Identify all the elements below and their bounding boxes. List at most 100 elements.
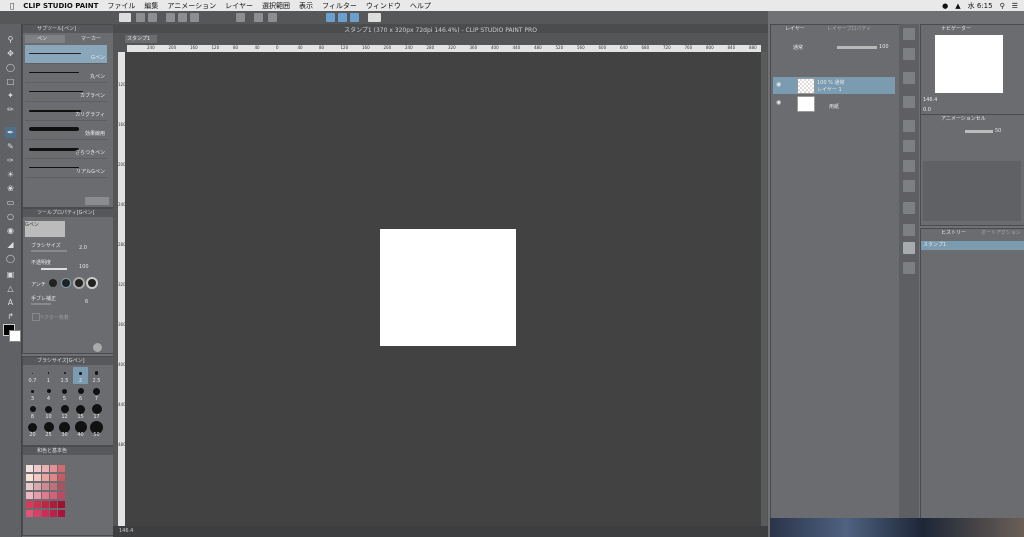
brush-size-option[interactable]: 1.5: [57, 367, 72, 384]
tab-auto-action[interactable]: オートアクション: [981, 229, 1021, 237]
selection-tool-icon[interactable]: □: [5, 76, 16, 87]
brush-size-option[interactable]: 17: [89, 403, 104, 420]
antialias-weak-icon[interactable]: [62, 279, 70, 287]
panel-icon-4[interactable]: [903, 120, 915, 132]
color-swatch[interactable]: [26, 492, 33, 499]
antialias-none-icon[interactable]: [49, 279, 57, 287]
stabilize-slider[interactable]: [31, 303, 51, 305]
color-swatch[interactable]: [42, 501, 49, 508]
menu-edit[interactable]: 編集: [144, 1, 158, 11]
panel-close-icon[interactable]: [903, 28, 915, 40]
help-icon[interactable]: [368, 13, 381, 22]
history-item[interactable]: スタンプ1: [921, 241, 1024, 250]
color-swatch[interactable]: [50, 465, 57, 472]
brush-real-g-pen[interactable]: リアルGペン: [25, 159, 107, 178]
search-icon[interactable]: ⚲: [1000, 2, 1005, 10]
tab-layer-property[interactable]: レイヤープロパティ: [827, 25, 871, 33]
vector-snap-checkbox[interactable]: [32, 313, 40, 321]
menu-window[interactable]: ウィンドウ: [366, 1, 401, 11]
vertical-scrollbar[interactable]: [761, 52, 767, 526]
wifi-icon[interactable]: ●: [942, 2, 948, 10]
color-swatch[interactable]: [42, 465, 49, 472]
menu-selection[interactable]: 選択範囲: [262, 1, 290, 11]
brush-size-option[interactable]: 8: [25, 403, 40, 420]
color-swatch[interactable]: [58, 492, 65, 499]
tab-marker[interactable]: マーカー: [67, 35, 107, 43]
brush-size-option[interactable]: 6: [73, 385, 88, 402]
color-swatch[interactable]: [42, 510, 49, 517]
panel-icon-6[interactable]: [903, 160, 915, 172]
brush-size-option[interactable]: 20: [25, 421, 40, 438]
sub-color-swatch[interactable]: [9, 330, 21, 342]
brush-size-option[interactable]: 4: [41, 385, 56, 402]
brush-rough-pen[interactable]: ざらつきペン: [25, 140, 107, 159]
color-swatch[interactable]: [50, 501, 57, 508]
brush-size-option[interactable]: 1: [41, 367, 56, 384]
panel-icon-layers[interactable]: [903, 242, 915, 254]
apple-icon[interactable]: : [10, 2, 14, 10]
navigator-angle[interactable]: 0.0: [923, 107, 931, 113]
clock[interactable]: 水 6:15: [968, 1, 993, 11]
panel-icon-7[interactable]: [903, 180, 915, 192]
tab-animation-cel[interactable]: アニメーションセル: [941, 115, 986, 123]
open-icon[interactable]: [178, 13, 187, 22]
brush-size-slider[interactable]: [31, 250, 67, 252]
volume-icon[interactable]: ▲: [955, 2, 960, 10]
correct-line-icon[interactable]: ↱: [5, 311, 16, 322]
opacity-value[interactable]: 100: [79, 264, 89, 270]
antialias-strong-icon[interactable]: [88, 279, 96, 287]
layer-opacity-slider[interactable]: [837, 46, 877, 49]
brush-size-value[interactable]: 2.0: [79, 245, 87, 251]
text-tool-icon[interactable]: A: [5, 297, 16, 308]
brush-size-option[interactable]: 30: [57, 421, 72, 438]
brush-size-option[interactable]: 2.5: [89, 367, 104, 384]
stabilize-value[interactable]: 6: [85, 299, 88, 305]
color-swatch[interactable]: [50, 483, 57, 490]
brush-effect-line[interactable]: 効果線用: [25, 121, 107, 140]
color-swatch[interactable]: [42, 483, 49, 490]
snap-grid-icon[interactable]: [338, 13, 347, 22]
fill-icon[interactable]: [268, 13, 277, 22]
ruler-icon[interactable]: △: [5, 283, 16, 294]
tab-navigator[interactable]: ナビゲーター: [941, 25, 971, 33]
document-tab[interactable]: スタンプ1: [125, 35, 157, 43]
brush-size-option[interactable]: 15: [73, 403, 88, 420]
color-swatch[interactable]: [26, 465, 33, 472]
brush-size-option[interactable]: 10: [41, 403, 56, 420]
panel-icon-9[interactable]: [903, 224, 915, 236]
panel-icon-8[interactable]: [903, 202, 915, 214]
brush-size-option[interactable]: 12: [57, 403, 72, 420]
color-swatch[interactable]: [50, 474, 57, 481]
color-swatch[interactable]: [26, 474, 33, 481]
color-swatch[interactable]: [26, 483, 33, 490]
brush-size-option[interactable]: 40: [73, 421, 88, 438]
layer-row-paper[interactable]: ◉ 用紙: [773, 95, 895, 112]
color-swatch[interactable]: [42, 474, 49, 481]
fill-tool-icon[interactable]: ◉: [5, 225, 16, 236]
brush-size-option[interactable]: 7: [89, 385, 104, 402]
brush-size-option[interactable]: 3: [25, 385, 40, 402]
figure-icon[interactable]: ◯: [5, 253, 16, 264]
anim-slider[interactable]: [965, 130, 993, 133]
color-swatch[interactable]: [34, 510, 41, 517]
menu-layer[interactable]: レイヤー: [225, 1, 253, 11]
panel-icon-2[interactable]: [903, 72, 915, 84]
color-swatch[interactable]: [26, 510, 33, 517]
undo-icon[interactable]: [136, 13, 145, 22]
color-swatch[interactable]: [58, 474, 65, 481]
anim-value[interactable]: 50: [995, 128, 1001, 134]
color-swatch[interactable]: [34, 492, 41, 499]
transform-icon[interactable]: [254, 13, 263, 22]
app-icon[interactable]: [119, 13, 131, 22]
brush-size-option[interactable]: 5: [57, 385, 72, 402]
save-icon[interactable]: [190, 13, 199, 22]
layer-opacity-value[interactable]: 100: [879, 44, 889, 50]
menu-filter[interactable]: フィルター: [322, 1, 357, 11]
visibility-eye-icon[interactable]: ◉: [776, 81, 781, 88]
lasso-tool-icon[interactable]: ◯: [5, 62, 16, 73]
visibility-eye-icon[interactable]: ◉: [776, 99, 781, 106]
decoration-icon[interactable]: ❀: [5, 183, 16, 194]
subtool-menu-icon[interactable]: [85, 197, 109, 205]
canvas-page[interactable]: [380, 229, 516, 346]
horizontal-ruler[interactable]: 240 200 160 120 80 40 0 40 80 120 160 200 240 280 320 3…: [127, 45, 800, 52]
